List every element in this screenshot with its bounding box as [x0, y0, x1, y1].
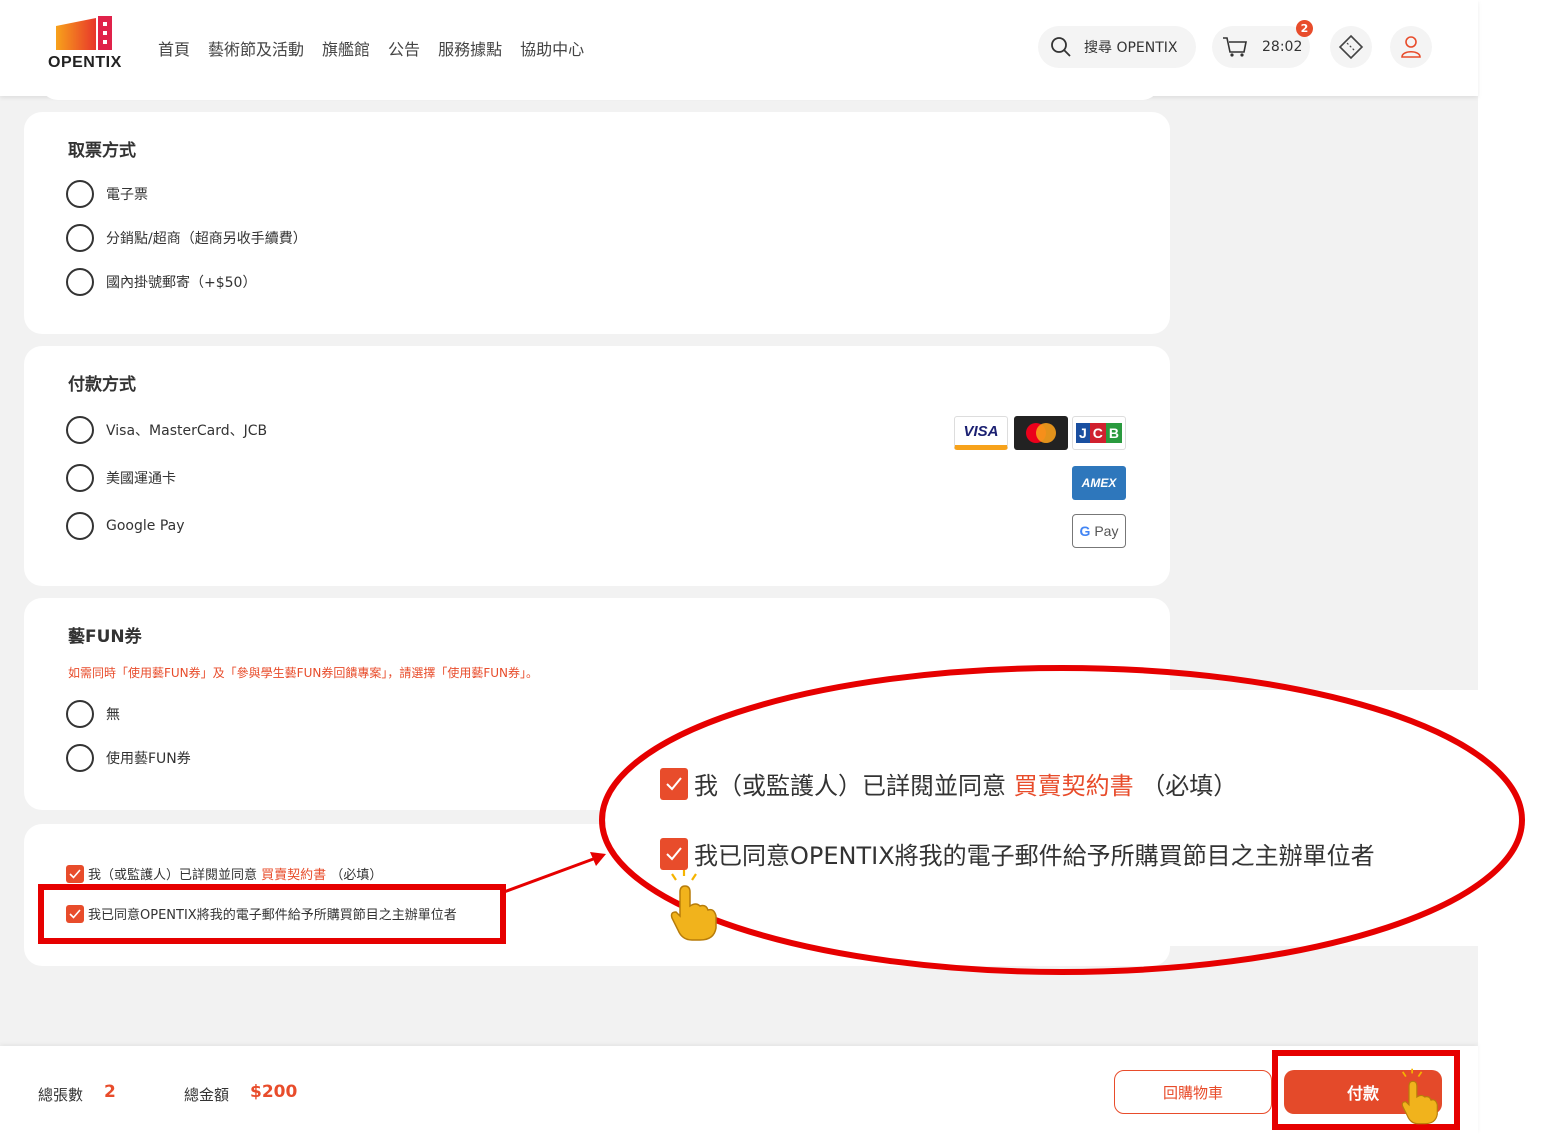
- opentix-logo[interactable]: OPENTIX: [48, 16, 124, 76]
- jcb-icon: JCB: [1072, 416, 1126, 450]
- contract-link[interactable]: 買賣契約書: [261, 868, 326, 883]
- zoom-email-label: 我已同意OPENTIX將我的電子郵件給予所購買節目之主辦單位者: [694, 842, 1375, 870]
- pointer-hand-icon: [1401, 1068, 1438, 1125]
- nav-festivals-events[interactable]: 藝術節及活動: [208, 36, 304, 60]
- option-label: 分銷點/超商（超商另收手續費）: [106, 231, 307, 247]
- payment-option-google-pay[interactable]: Google Pay: [66, 512, 185, 540]
- previous-card-edge: [40, 82, 1160, 100]
- radio-button[interactable]: [66, 464, 94, 492]
- search-icon: [1051, 37, 1071, 57]
- zoom-ellipse: [599, 665, 1525, 975]
- payment-option-amex[interactable]: 美國運通卡: [66, 464, 176, 492]
- arrow-icon: [503, 852, 606, 894]
- voucher-title: 藝FUN券: [68, 627, 142, 647]
- main-nav: 首頁 藝術節及活動 旗艦館 公告 服務據點 協助中心: [158, 36, 584, 60]
- nav-announcements[interactable]: 公告: [388, 36, 420, 60]
- option-label: 國內掛號郵寄（+$50）: [106, 275, 257, 291]
- checkmark-icon: [69, 868, 81, 879]
- radio-button[interactable]: [66, 180, 94, 208]
- highlight-box-agreement: [38, 884, 506, 944]
- nav-home[interactable]: 首頁: [158, 36, 190, 60]
- zoom-terms-label: 我（或監護人）已詳閱並同意 買賣契約書 （必填）: [694, 772, 1238, 800]
- checkbox-checked[interactable]: [66, 864, 84, 883]
- radio-button[interactable]: [66, 224, 94, 252]
- zoom-agreement-terms: 我（或監護人）已詳閱並同意 買賣契約書 （必填）: [660, 766, 1237, 801]
- cart-timer: 28:02: [1262, 39, 1303, 55]
- visa-icon: VISA: [954, 416, 1008, 450]
- option-label: 電子票: [106, 187, 148, 203]
- ticket-count-value: 2: [104, 1082, 116, 1102]
- option-label: 美國運通卡: [106, 471, 176, 487]
- checkbox-checked: [660, 767, 688, 800]
- voucher-option-none[interactable]: 無: [66, 700, 120, 728]
- logo-mark-icon: [56, 16, 112, 50]
- payment-method-card: 付款方式 Visa、MasterCard、JCB 美國運通卡 Google Pa…: [24, 346, 1170, 586]
- agreement-terms[interactable]: 我（或監護人）已詳閱並同意 買賣契約書 （必填）: [66, 864, 382, 883]
- radio-button[interactable]: [66, 744, 94, 772]
- voucher-option-use[interactable]: 使用藝FUN券: [66, 744, 191, 772]
- nav-flagship[interactable]: 旗艦館: [322, 36, 370, 60]
- voucher-note: 如需同時「使用藝FUN券」及「參與學生藝FUN券回饋專案」，請選擇「使用藝FUN…: [68, 666, 538, 680]
- user-icon: [1401, 36, 1421, 58]
- cart-button[interactable]: 28:02: [1212, 26, 1310, 68]
- checkbox-checked: [660, 837, 688, 870]
- google-pay-icon: G Pay: [1072, 514, 1126, 548]
- pickup-option-eticket[interactable]: 電子票: [66, 180, 148, 208]
- payment-option-credit-card[interactable]: Visa、MasterCard、JCB: [66, 416, 267, 444]
- radio-button[interactable]: [66, 512, 94, 540]
- logo-text: OPENTIX: [48, 54, 122, 71]
- ticket-button[interactable]: [1330, 26, 1372, 68]
- amex-icon: AMEX: [1072, 466, 1126, 500]
- pickup-title: 取票方式: [68, 141, 136, 161]
- zoom-agreement-email: 我已同意OPENTIX將我的電子郵件給予所購買節目之主辦單位者: [660, 836, 1375, 871]
- cart-icon: [1223, 37, 1247, 57]
- option-label: 無: [106, 707, 120, 723]
- pickup-option-registered-mail[interactable]: 國內掛號郵寄（+$50）: [66, 268, 256, 296]
- payment-title: 付款方式: [68, 375, 136, 395]
- radio-button[interactable]: [66, 700, 94, 728]
- nav-help-center[interactable]: 協助中心: [520, 36, 584, 60]
- pointer-hand-icon: [670, 870, 717, 941]
- checkmark-icon: [666, 846, 682, 860]
- option-label: Google Pay: [106, 518, 185, 534]
- option-label: 使用藝FUN券: [106, 751, 191, 767]
- ticket-count-label: 總張數: [38, 1086, 84, 1104]
- total-amount-label: 總金額: [184, 1086, 230, 1104]
- mastercard-icon: [1014, 416, 1068, 450]
- ticket-icon: [1338, 34, 1364, 60]
- search-button[interactable]: 搜尋 OPENTIX: [1038, 26, 1196, 68]
- cart-count-badge: 2: [1296, 20, 1313, 37]
- terms-label: 我（或監護人）已詳閱並同意 買賣契約書 （必填）: [88, 868, 383, 883]
- checkmark-icon: [666, 776, 682, 790]
- option-label: Visa、MasterCard、JCB: [106, 423, 268, 439]
- radio-button[interactable]: [66, 416, 94, 444]
- total-amount-value: $200: [250, 1082, 298, 1102]
- pickup-method-card: 取票方式 電子票 分銷點/超商（超商另收手續費） 國內掛號郵寄（+$50）: [24, 112, 1170, 334]
- radio-button[interactable]: [66, 268, 94, 296]
- back-to-cart-button[interactable]: 回購物車: [1114, 1070, 1272, 1114]
- nav-service-points[interactable]: 服務據點: [438, 36, 502, 60]
- search-label: 搜尋 OPENTIX: [1084, 40, 1178, 56]
- account-button[interactable]: [1390, 26, 1432, 68]
- pickup-option-convenience-store[interactable]: 分銷點/超商（超商另收手續費）: [66, 224, 307, 252]
